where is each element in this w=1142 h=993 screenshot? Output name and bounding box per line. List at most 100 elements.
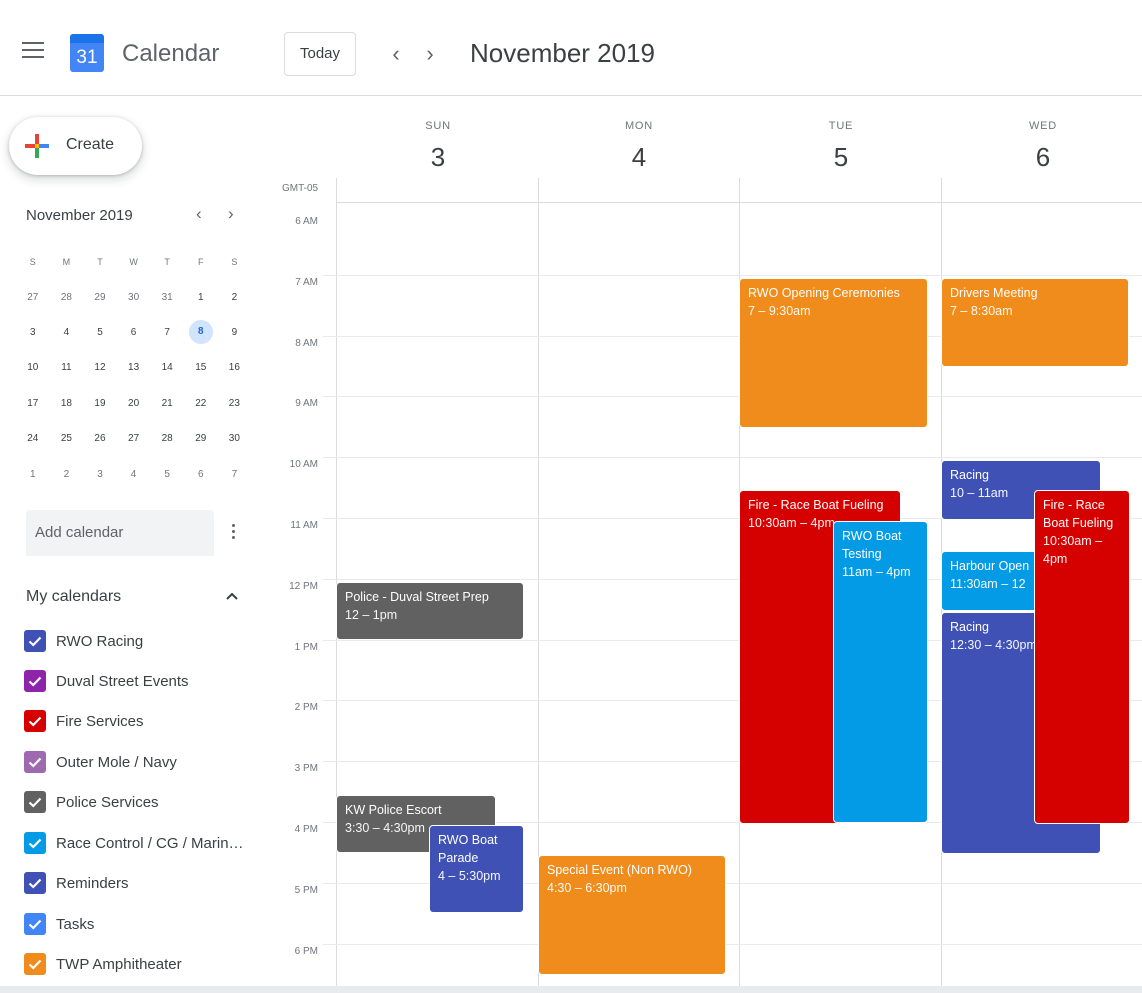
calendar-event[interactable]: RWO Boat Parade 4 – 5:30pm: [429, 825, 524, 913]
day-of-week-label: SUN: [425, 120, 451, 132]
calendar-item[interactable]: Race Control / CG / Marin…: [24, 829, 244, 857]
mini-day[interactable]: 28: [50, 292, 84, 303]
event-title: Police - Duval Street Prep: [345, 590, 489, 604]
calendar-event[interactable]: RWO Opening Ceremonies 7 – 9:30am: [739, 278, 928, 428]
mini-next-month-button[interactable]: ›: [228, 204, 234, 224]
calendar-event[interactable]: RWO Boat Testing 11am – 4pm: [833, 521, 928, 823]
mini-prev-month-button[interactable]: ‹: [196, 204, 202, 224]
checkbox-checked-icon[interactable]: [24, 953, 46, 975]
mini-day[interactable]: 22: [184, 398, 218, 409]
calendar-item[interactable]: Fire Services: [24, 707, 144, 735]
event-time: 4 – 5:30pm: [438, 869, 501, 883]
calendar-item[interactable]: Tasks: [24, 910, 94, 938]
checkbox-checked-icon[interactable]: [24, 630, 46, 652]
checkbox-checked-icon[interactable]: [24, 670, 46, 692]
mini-day[interactable]: 28: [150, 433, 184, 444]
calendar-item[interactable]: Police Services: [24, 788, 159, 816]
mini-day[interactable]: 24: [16, 433, 50, 444]
checkbox-checked-icon[interactable]: [24, 751, 46, 773]
calendar-event[interactable]: Drivers Meeting 7 – 8:30am: [941, 278, 1129, 367]
mini-day[interactable]: 3: [16, 327, 50, 338]
hour-label: 4 PM: [294, 824, 318, 835]
calendar-item-label: TWP Amphitheater: [56, 955, 182, 973]
add-calendar-input[interactable]: Add calendar: [26, 510, 214, 556]
mini-day[interactable]: 26: [83, 433, 117, 444]
mini-day[interactable]: 23: [218, 398, 252, 409]
hour-gridline: [323, 457, 1142, 459]
calendar-event[interactable]: Fire - Race Boat Fueling 10:30am – 4pm: [1034, 490, 1130, 824]
checkbox-checked-icon[interactable]: [24, 791, 46, 813]
more-options-icon[interactable]: [226, 521, 240, 545]
mini-day[interactable]: 9: [218, 327, 252, 338]
create-button[interactable]: Create: [9, 117, 142, 175]
event-time: 7 – 8:30am: [950, 304, 1013, 318]
mini-day[interactable]: 31: [150, 292, 184, 303]
calendar-event[interactable]: Police - Duval Street Prep 12 – 1pm: [336, 582, 524, 640]
checkbox-checked-icon[interactable]: [24, 710, 46, 732]
checkbox-checked-icon[interactable]: [24, 913, 46, 935]
mini-day[interactable]: 2: [218, 292, 252, 303]
mini-day[interactable]: 6: [117, 327, 151, 338]
hour-label: 1 PM: [294, 641, 318, 653]
mini-day[interactable]: 25: [50, 433, 84, 444]
mini-day[interactable]: 21: [150, 398, 184, 409]
event-time: 11am – 4pm: [842, 565, 911, 579]
hour-label: 10 AM: [289, 459, 318, 471]
mini-day[interactable]: 27: [16, 292, 50, 303]
calendar-item[interactable]: TWP Amphitheater: [24, 950, 182, 978]
mini-day[interactable]: 7: [218, 469, 252, 480]
mini-day[interactable]: 17: [16, 398, 50, 409]
mini-day[interactable]: 15: [184, 362, 218, 373]
hour-label: 7 AM: [295, 276, 318, 288]
day-number[interactable]: 3: [378, 142, 498, 173]
mini-day[interactable]: 7: [150, 327, 184, 338]
prev-week-button[interactable]: ‹: [384, 40, 408, 68]
mini-day[interactable]: 14: [150, 362, 184, 373]
day-number[interactable]: 5: [781, 142, 901, 173]
hour-gridline: [323, 274, 1142, 276]
mini-day[interactable]: 4: [117, 469, 151, 480]
hour-gridline: [323, 396, 1142, 398]
chevron-up-icon[interactable]: [224, 589, 240, 603]
calendar-item[interactable]: Outer Mole / Navy: [24, 748, 177, 776]
mini-day[interactable]: 18: [50, 398, 84, 409]
calendar-item[interactable]: RWO Racing: [24, 627, 143, 655]
mini-day[interactable]: 5: [83, 327, 117, 338]
today-button[interactable]: Today: [284, 32, 356, 76]
bottom-scrollbar[interactable]: [0, 986, 1142, 993]
mini-day[interactable]: 29: [184, 433, 218, 444]
mini-day[interactable]: 30: [218, 433, 252, 444]
mini-day[interactable]: 13: [117, 362, 151, 373]
mini-day[interactable]: 27: [117, 433, 151, 444]
mini-day[interactable]: 11: [50, 362, 84, 373]
main-menu-icon[interactable]: [22, 42, 44, 60]
mini-day[interactable]: 20: [117, 398, 151, 409]
mini-day[interactable]: 2: [50, 469, 84, 480]
mini-day[interactable]: 16: [218, 362, 252, 373]
event-time: 12 – 1pm: [345, 608, 398, 622]
mini-day-selected[interactable]: 8: [184, 320, 218, 345]
mini-day[interactable]: 3: [83, 469, 117, 480]
mini-day[interactable]: 1: [16, 469, 50, 480]
day-header-tue: TUE 5: [781, 100, 901, 173]
mini-day[interactable]: 30: [117, 292, 151, 303]
next-week-button[interactable]: ›: [418, 40, 442, 68]
checkbox-checked-icon[interactable]: [24, 872, 46, 894]
mini-day[interactable]: 19: [83, 398, 117, 409]
calendar-item[interactable]: Duval Street Events: [24, 667, 189, 695]
mini-day[interactable]: 29: [83, 292, 117, 303]
mini-weekday-label: T: [164, 256, 170, 267]
mini-day[interactable]: 6: [184, 469, 218, 480]
checkbox-checked-icon[interactable]: [24, 832, 46, 854]
calendar-logo-icon: 31: [70, 34, 104, 72]
day-number[interactable]: 4: [579, 142, 699, 173]
calendar-event[interactable]: Special Event (Non RWO) 4:30 – 6:30pm: [538, 855, 726, 975]
mini-day[interactable]: 5: [150, 469, 184, 480]
day-of-week-label: WED: [1028, 120, 1058, 132]
mini-day[interactable]: 10: [16, 362, 50, 373]
mini-day[interactable]: 4: [50, 327, 84, 338]
day-number[interactable]: 6: [983, 142, 1103, 173]
calendar-item[interactable]: Reminders: [24, 869, 129, 897]
mini-day[interactable]: 1: [184, 292, 218, 303]
mini-day[interactable]: 12: [83, 362, 117, 373]
